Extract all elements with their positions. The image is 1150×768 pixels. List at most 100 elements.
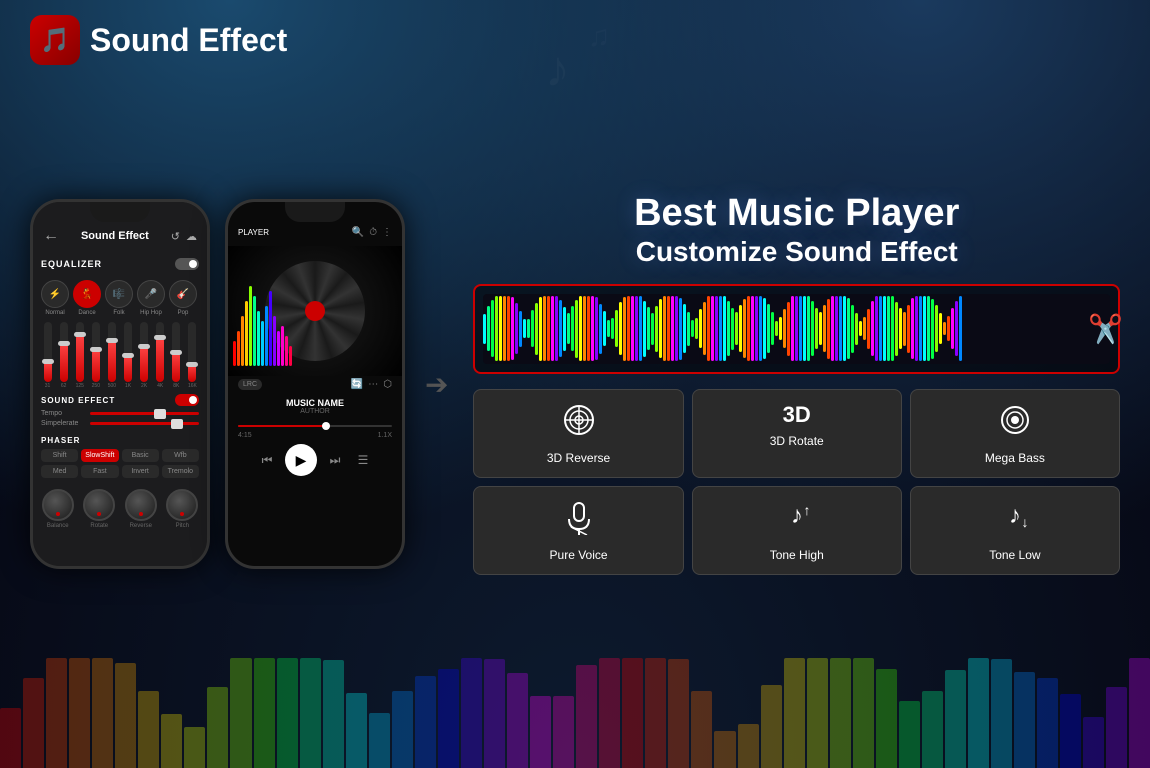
waveform-bar-71 <box>767 304 770 353</box>
share-icon[interactable]: ⬡ <box>383 379 392 390</box>
tempo-thumb[interactable] <box>154 409 166 419</box>
reverse-knob[interactable] <box>125 489 157 521</box>
waveform-bar-26 <box>587 296 590 361</box>
progress-bar[interactable] <box>238 425 392 427</box>
search-icon[interactable]: 🔍 <box>352 227 364 238</box>
sub-icons: 🔄 ⋯ ⬡ <box>351 379 392 390</box>
eq-label-row: EQUALIZER <box>41 258 199 270</box>
pitch-knob[interactable] <box>166 489 198 521</box>
effect-tone-high[interactable]: ♪ ↑ Tone High <box>692 486 902 575</box>
eq-track-125[interactable] <box>76 322 84 382</box>
eq-handle-4K[interactable] <box>154 335 166 340</box>
eq-track-250[interactable] <box>92 322 100 382</box>
se-toggle[interactable] <box>175 394 199 406</box>
preset-pop[interactable]: 🎸 Pop <box>169 280 197 316</box>
refresh-icon[interactable]: ↺ <box>171 230 180 243</box>
phaser-row-2: Med Fast Invert Tremolo <box>41 465 199 478</box>
svg-text:♪: ♪ <box>1009 502 1021 529</box>
eq-handle-8K[interactable] <box>170 350 182 355</box>
waveform-bar-87 <box>831 296 834 361</box>
side-bar-11 <box>277 331 280 366</box>
waveform-bar-38 <box>635 296 638 361</box>
waveform-bar-110 <box>923 296 926 361</box>
back-arrow-icon[interactable]: ← <box>43 227 59 245</box>
pitch-label: Pitch <box>176 523 189 529</box>
eq-handle-1K[interactable] <box>122 353 134 358</box>
save-icon[interactable]: ☁ <box>186 230 197 243</box>
eq-col-62: 62 <box>57 322 70 389</box>
effect-3d-rotate[interactable]: 3D 3D Rotate <box>692 389 902 478</box>
more-icon[interactable]: ⋮ <box>382 227 392 238</box>
waveform-bar-66 <box>747 296 750 361</box>
waveform-bar-114 <box>939 313 942 344</box>
phaser-tremolo[interactable]: Tremolo <box>162 465 199 478</box>
effects-grid: 3D Reverse 3D 3D Rotate Mega Bass <box>473 389 1120 575</box>
waveform-bar-98 <box>875 296 878 361</box>
eq-toggle[interactable] <box>175 258 199 270</box>
balance-knob[interactable] <box>42 489 74 521</box>
3d-rotate-icon: 3D <box>783 402 811 428</box>
preset-folk[interactable]: 🎼 Folk <box>105 280 133 316</box>
waveform-bar-78 <box>795 296 798 361</box>
waveform-bar-90 <box>843 296 846 361</box>
rotate-knob[interactable] <box>83 489 115 521</box>
next-btn[interactable]: ⏭ <box>325 450 345 470</box>
playlist-btn[interactable]: ☰ <box>353 450 373 470</box>
preset-normal[interactable]: ⚡ Normal <box>41 280 69 316</box>
eq-handle-62[interactable] <box>58 341 70 346</box>
eq-track-2K[interactable] <box>140 322 148 382</box>
preset-hiphop[interactable]: 🎤 Hip Hop <box>137 280 165 316</box>
lrc-btn[interactable]: LRC <box>238 379 262 390</box>
eq-fill-31 <box>44 361 52 382</box>
waveform-bar-5 <box>503 296 506 361</box>
phaser-fast[interactable]: Fast <box>81 465 118 478</box>
time-current: 4:15 <box>238 432 252 439</box>
eq-track-1K[interactable] <box>124 322 132 382</box>
waveform-bar-82 <box>811 301 814 356</box>
play-btn[interactable]: ▶ <box>285 444 317 476</box>
eq-track-4K[interactable] <box>156 322 164 382</box>
effect-pure-voice[interactable]: Pure Voice <box>473 486 683 575</box>
eq-track-62[interactable] <box>60 322 68 382</box>
scissors-icon: ✂️ <box>1088 312 1123 345</box>
phaser-wfb[interactable]: Wfb <box>162 449 199 462</box>
waveform-bar-6 <box>507 296 510 361</box>
phaser-invert[interactable]: Invert <box>122 465 159 478</box>
waveform-bar-103 <box>895 302 898 356</box>
waveform-bar-72 <box>771 312 774 345</box>
phaser-basic[interactable]: Basic <box>122 449 159 462</box>
knob-reverse: Reverse <box>125 489 157 529</box>
eq-handle-16K[interactable] <box>186 362 198 367</box>
simpelerate-thumb[interactable] <box>171 419 183 429</box>
eq-fill-4K <box>156 337 164 382</box>
effect-mega-bass[interactable]: Mega Bass <box>910 389 1120 478</box>
eq-track-16K[interactable] <box>188 322 196 382</box>
simpelerate-slider[interactable] <box>90 422 199 425</box>
speed-badge[interactable]: 1.1X <box>378 432 392 439</box>
eq-handle-2K[interactable] <box>138 344 150 349</box>
more-options-icon[interactable]: ⋯ <box>368 379 378 390</box>
phaser-med[interactable]: Med <box>41 465 78 478</box>
tempo-slider[interactable] <box>90 412 199 415</box>
eq-handle-250[interactable] <box>90 347 102 352</box>
eq-freq-label-4K: 4K <box>157 383 163 389</box>
preset-dance[interactable]: 💃 Dance <box>73 280 101 316</box>
eq-handle-500[interactable] <box>106 338 118 343</box>
phaser-shift[interactable]: Shift <box>41 449 78 462</box>
eq-title: EQUALIZER <box>41 259 102 269</box>
eq-track-8K[interactable] <box>172 322 180 382</box>
eq-fill-1K <box>124 355 132 382</box>
waveform-bar-83 <box>815 308 818 349</box>
effect-tone-low[interactable]: ♪ ↓ Tone Low <box>910 486 1120 575</box>
preset-dance-label: Dance <box>78 310 95 316</box>
eq-track-500[interactable] <box>108 322 116 382</box>
eq-handle-31[interactable] <box>42 359 54 364</box>
timer-icon[interactable]: ⏱ <box>369 227 377 238</box>
previous-btn[interactable]: ⏮ <box>257 450 277 470</box>
eq-bars: 31621252505001K2K4K8K16K <box>33 321 207 391</box>
phaser-slowshift[interactable]: SlowShift <box>81 449 118 462</box>
effect-3d-reverse[interactable]: 3D Reverse <box>473 389 683 478</box>
rotate-icon[interactable]: 🔄 <box>351 379 363 390</box>
eq-handle-125[interactable] <box>74 332 86 337</box>
eq-track-31[interactable] <box>44 322 52 382</box>
